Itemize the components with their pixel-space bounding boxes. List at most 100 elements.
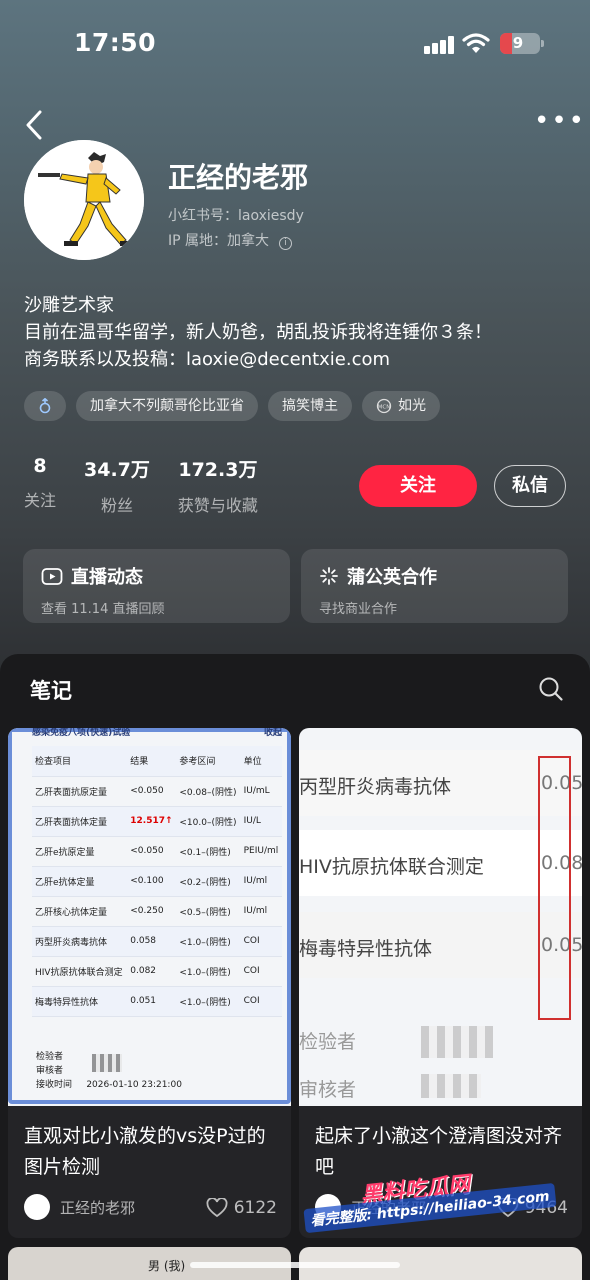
stat-likes[interactable]: 172.3万 获赞与收藏 [178,455,258,516]
bio-line: 目前在温哥华留学，新人奶爸，胡乱投诉我将连锤你３条！ [24,322,492,343]
lab-cell: <0.1–(阴性) [176,836,241,867]
like-button[interactable]: 6122 [206,1198,277,1218]
search-icon[interactable] [538,676,564,702]
live-card-title: 直播动态 [71,567,143,588]
lab-cell: <0.08–(阴性) [176,776,241,807]
lab-cell: 0.058 [127,926,177,957]
lab-cell: IU/ml [240,896,282,927]
ip-location-text: IP 属地：加拿大 [168,233,270,249]
stat-number: 172.3万 [178,459,258,481]
male-icon [39,398,51,414]
battery-level: 9 [512,34,524,52]
lab-col-header: 结果 [127,746,177,777]
stat-number: 34.7万 [84,459,150,481]
lab-cell: <0.2–(阴性) [176,866,241,897]
lab-cell: <1.0–(阴性) [176,956,241,987]
report-collapse: 收起 [263,728,282,738]
stat-label: 获赞与收藏 [177,496,258,515]
lab-col-header: 单位 [240,746,282,777]
next-note-text: 男 (我) [148,1259,186,1273]
brand-collab-title: 蒲公英合作 [347,567,437,588]
status-time: 17:50 [74,28,157,57]
more-options-icon[interactable]: ••• [534,108,586,134]
zoomed-label: 丙型肝炎病毒抗体 [299,776,452,798]
lab-cell: 乙肝e抗原定量 [32,836,128,867]
report-footer-time: 2026-01-10 23:21:00 [86,1080,182,1090]
profile-tags: 加拿大不列颠哥伦比亚省 搞笑博主 MCN 如光 [24,391,440,421]
info-icon[interactable]: i [279,237,293,250]
zoomed-label: 梅毒特异性抗体 [299,938,433,960]
lab-cell: PEIU/ml [240,836,282,867]
lab-cell: 0.082 [127,956,177,987]
tag-category: 搞笑博主 [268,391,352,421]
lab-cell: 0.051 [127,986,177,1017]
tag-mcn-label: 如光 [398,398,426,414]
lab-cell: 乙肝核心抗体定量 [32,896,128,927]
lab-cell: IU/mL [240,776,282,807]
message-button[interactable]: 私信 [494,465,566,507]
ip-location: IP 属地：加拿大 i [168,230,293,250]
lab-cell: COI [240,986,282,1017]
profile-bio: 沙雕艺术家 目前在温哥华留学，新人奶爸，胡乱投诉我将连锤你３条！ 商务联系以及投… [24,292,492,373]
lab-cell: <0.050 [127,776,177,807]
note-card[interactable]: 丙型肝炎病毒抗体 0.05 HIV抗原抗体联合测定 0.08 梅毒特异性抗体 0… [299,728,582,1238]
heart-icon [206,1198,228,1218]
lab-cell: <0.5–(阴性) [176,896,241,927]
note-cover-image: 感染免疫八项(快速)试验 收起 检查项目 结果 参考区间 单位 乙肝表面抗原定量… [8,728,291,1106]
lab-cell: 丙型肝炎病毒抗体 [32,926,128,957]
report-header: 感染免疫八项(快速)试验 [32,728,131,738]
tag-mcn: MCN 如光 [362,391,440,421]
zoomed-footer-line: 审核者 [299,1079,357,1101]
live-card-subtitle: 查看 11.14 直播回顾 [41,602,165,617]
follow-button[interactable]: 关注 [359,465,477,507]
stat-followers[interactable]: 34.7万 粉丝 [84,455,150,516]
lab-cell: COI [240,956,282,987]
profile-stats: 8 关注 34.7万 粉丝 172.3万 获赞与收藏 [24,455,286,516]
svg-text:MCN: MCN [378,405,391,411]
lab-cell: 乙肝表面抗体定量 [32,806,128,837]
tag-location: 加拿大不列颠哥伦比亚省 [76,391,258,421]
author-name: 正经的老邪 [60,1198,136,1217]
note-title: 直观对比小澈发的vs没P过的图片检测 [24,1125,266,1178]
dandelion-icon [320,567,338,585]
lab-cell: <0.100 [127,866,177,897]
battery-icon: 9 [500,33,544,54]
stat-number: 8 [33,455,47,477]
notes-tab[interactable]: 笔记 [30,675,72,705]
bio-line: 沙雕艺术家 [24,295,114,316]
stat-label: 粉丝 [100,496,133,515]
lab-cell: IU/L [240,806,282,837]
lab-cell: HIV抗原抗体联合测定 [32,956,128,987]
like-count: 6122 [233,1198,277,1218]
lab-cell: <10.0–(阴性) [176,806,241,837]
lab-cell: 12.517↑ [127,806,177,837]
report-footer-line: 接收时间 [36,1080,73,1090]
live-icon [41,568,63,585]
tag-gender [24,391,66,421]
note-card[interactable]: 感染免疫八项(快速)试验 收起 检查项目 结果 参考区间 单位 乙肝表面抗原定量… [8,728,291,1238]
brand-collab-subtitle: 寻找商业合作 [319,602,398,617]
brand-collab-card[interactable]: 蒲公英合作 寻找商业合作 [301,549,568,623]
lab-cell: <1.0–(阴性) [176,926,241,957]
stat-label: 关注 [24,491,57,510]
note-author[interactable]: 正经的老邪 [24,1194,135,1220]
lab-cell: <0.050 [127,836,177,867]
note-cover-image: 丙型肝炎病毒抗体 0.05 HIV抗原抗体联合测定 0.08 梅毒特异性抗体 0… [299,728,582,1106]
back-arrow-icon[interactable] [22,108,46,142]
author-avatar [24,1194,50,1220]
lab-cell: COI [240,926,282,957]
signal-icon [424,36,454,54]
mcn-icon: MCN [376,398,392,414]
lab-cell: 乙肝表面抗原定量 [32,776,128,807]
zoomed-footer-line: 检验者 [299,1031,357,1053]
bio-line: 商务联系以及投稿：laoxie@decentxie.com [24,349,391,370]
red-id: 小红书号：laoxiesdy [168,208,304,224]
lab-cell: <0.250 [127,896,177,927]
profile-name: 正经的老邪 [168,161,309,194]
lab-table: 检查项目 结果 参考区间 单位 乙肝表面抗原定量 <0.050 <0.08–(阴性)… [32,746,282,1017]
lab-cell: 乙肝e抗体定量 [32,866,128,897]
avatar[interactable] [24,140,144,260]
home-indicator[interactable] [190,1262,400,1268]
stat-following[interactable]: 8 关注 [24,455,56,516]
live-card[interactable]: 直播动态 查看 11.14 直播回顾 [23,549,290,623]
